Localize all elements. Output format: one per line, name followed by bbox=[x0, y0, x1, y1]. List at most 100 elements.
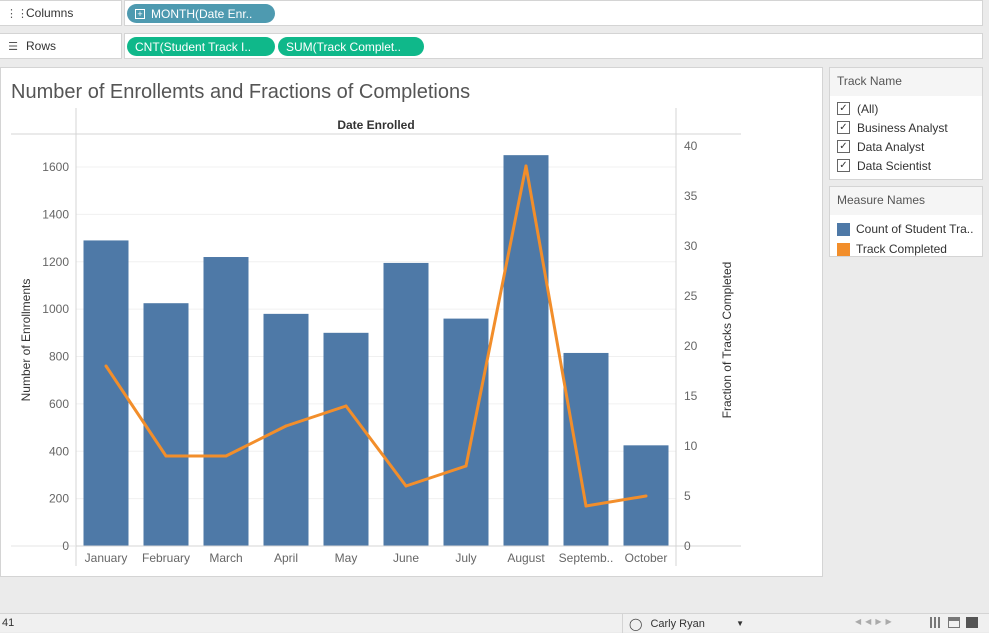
sum-track-completed-pill-label: SUM(Track Complet.. bbox=[286, 39, 401, 54]
bar bbox=[203, 257, 249, 546]
y-axis-title: Number of Enrollments bbox=[19, 279, 33, 402]
month-date-pill[interactable]: + MONTH(Date Enr.. bbox=[127, 4, 275, 23]
checkbox-icon[interactable]: ✓ bbox=[837, 121, 850, 134]
y2-tick-label: 40 bbox=[684, 139, 698, 153]
x-tick-label: February bbox=[142, 551, 190, 565]
legend-swatch bbox=[837, 242, 850, 256]
y-tick-label: 1000 bbox=[42, 302, 69, 316]
column-header: Date Enrolled bbox=[337, 118, 414, 132]
line-point bbox=[344, 404, 348, 408]
x-tick-label: July bbox=[455, 551, 476, 565]
line-point bbox=[164, 454, 168, 458]
y2-tick-label: 0 bbox=[684, 539, 691, 553]
bar bbox=[563, 352, 609, 546]
x-tick-label: October bbox=[625, 551, 668, 565]
x-tick-label: May bbox=[335, 551, 358, 565]
user-icon: ◯ bbox=[629, 616, 643, 631]
y-tick-label: 200 bbox=[49, 492, 69, 506]
y-tick-label: 600 bbox=[49, 397, 69, 411]
view-switcher[interactable] bbox=[930, 617, 978, 628]
track-filter-label: Business Analyst bbox=[857, 120, 948, 135]
track-name-filter-title: Track Name bbox=[830, 68, 982, 96]
bar bbox=[503, 155, 549, 546]
y-tick-label: 400 bbox=[49, 444, 69, 458]
measure-legend-item[interactable]: Count of Student Tra.. bbox=[830, 219, 982, 239]
y-tick-label: 1600 bbox=[42, 160, 69, 174]
y2-tick-label: 35 bbox=[684, 189, 698, 203]
y2-tick-label: 20 bbox=[684, 339, 698, 353]
line-point bbox=[524, 164, 528, 168]
rows-drop-area[interactable]: CNT(Student Track I.. SUM(Track Complet.… bbox=[124, 33, 983, 59]
line-point bbox=[284, 424, 288, 428]
line-point bbox=[224, 454, 228, 458]
combo-chart: Date Enrolled020040060080010001200140016… bbox=[11, 108, 741, 566]
track-filter-label: (All) bbox=[857, 101, 879, 116]
measure-legend-label: Count of Student Tra.. bbox=[856, 222, 974, 236]
sheet-navigation[interactable]: ◀◀▶▶ bbox=[855, 617, 896, 626]
track-filter-item[interactable]: ✓ (All) bbox=[830, 99, 982, 118]
track-filter-item[interactable]: ✓ Data Analyst bbox=[830, 137, 982, 156]
columns-icon: ⋮⋮ bbox=[6, 7, 28, 20]
first-sheet-icon[interactable]: ◀ bbox=[855, 617, 865, 626]
track-filter-label: Data Analyst bbox=[857, 139, 925, 154]
user-menu[interactable]: ◯ Carly Ryan ▼ bbox=[622, 614, 750, 633]
x-tick-label: Septemb.. bbox=[559, 551, 614, 565]
bar bbox=[323, 332, 369, 546]
bar bbox=[143, 303, 189, 546]
columns-shelf-label: ⋮⋮ Columns bbox=[0, 0, 122, 26]
y-tick-label: 1400 bbox=[42, 207, 69, 221]
y2-tick-label: 10 bbox=[684, 439, 698, 453]
y-tick-label: 1200 bbox=[42, 255, 69, 269]
grid-view-icon[interactable] bbox=[930, 617, 942, 628]
x-tick-label: April bbox=[274, 551, 298, 565]
line-point bbox=[464, 464, 468, 468]
measure-names-legend: Measure Names Count of Student Tra.. Trac… bbox=[829, 186, 983, 257]
bar bbox=[263, 313, 309, 546]
sum-track-completed-pill[interactable]: SUM(Track Complet.. bbox=[278, 37, 424, 56]
y2-tick-label: 30 bbox=[684, 239, 698, 253]
track-filter-item[interactable]: ✓ Data Scientist bbox=[830, 156, 982, 175]
rows-shelf: ☰ Rows CNT(Student Track I.. SUM(Track C… bbox=[0, 33, 989, 59]
next-sheet-icon[interactable]: ▶ bbox=[875, 617, 885, 626]
checkbox-icon[interactable]: ✓ bbox=[837, 159, 850, 172]
x-tick-label: June bbox=[393, 551, 419, 565]
status-bar: 41 ◯ Carly Ryan ▼ ◀◀▶▶ bbox=[0, 613, 989, 633]
chevron-down-icon[interactable]: ▼ bbox=[736, 619, 744, 628]
checkbox-icon[interactable]: ✓ bbox=[837, 140, 850, 153]
cnt-student-track-pill-label: CNT(Student Track I.. bbox=[135, 39, 252, 54]
columns-drop-area[interactable]: + MONTH(Date Enr.. bbox=[124, 0, 983, 26]
rows-label: Rows bbox=[26, 39, 57, 53]
prev-sheet-icon[interactable]: ◀ bbox=[865, 617, 875, 626]
measure-legend-item[interactable]: Track Completed bbox=[830, 239, 982, 259]
y-tick-label: 800 bbox=[49, 350, 69, 364]
filmstrip-view-icon[interactable] bbox=[948, 617, 960, 628]
legend-swatch bbox=[837, 222, 850, 236]
y2-axis-title: Fraction of Tracks Completed bbox=[720, 262, 734, 419]
rows-shelf-label: ☰ Rows bbox=[0, 33, 122, 59]
month-date-pill-label: MONTH(Date Enr.. bbox=[151, 6, 253, 21]
measure-legend-label: Track Completed bbox=[856, 242, 947, 256]
y-tick-label: 0 bbox=[62, 539, 69, 553]
rows-icon: ☰ bbox=[8, 40, 18, 53]
tab-view-icon[interactable] bbox=[966, 617, 978, 628]
chart-pane: Number of Enrollemts and Fractions of Co… bbox=[0, 67, 823, 577]
columns-label: Columns bbox=[26, 6, 74, 20]
line-point bbox=[644, 494, 648, 498]
checkbox-icon[interactable]: ✓ bbox=[837, 102, 850, 115]
user-name: Carly Ryan bbox=[650, 617, 705, 630]
last-sheet-icon[interactable]: ▶ bbox=[885, 617, 895, 626]
expand-plus-icon[interactable]: + bbox=[135, 8, 145, 19]
y2-tick-label: 15 bbox=[684, 389, 698, 403]
track-name-filter: Track Name ✓ (All) ✓ Business Analyst ✓ Data … bbox=[829, 67, 983, 180]
bar bbox=[383, 262, 429, 546]
bar bbox=[443, 318, 489, 546]
columns-shelf: ⋮⋮ Columns + MONTH(Date Enr.. bbox=[0, 0, 989, 26]
bar bbox=[83, 240, 129, 546]
x-tick-label: March bbox=[209, 551, 242, 565]
x-tick-label: August bbox=[507, 551, 545, 565]
track-filter-item[interactable]: ✓ Business Analyst bbox=[830, 118, 982, 137]
y2-tick-label: 25 bbox=[684, 289, 698, 303]
marks-count: 41 bbox=[2, 617, 15, 629]
cnt-student-track-pill[interactable]: CNT(Student Track I.. bbox=[127, 37, 275, 56]
x-tick-label: January bbox=[85, 551, 128, 565]
